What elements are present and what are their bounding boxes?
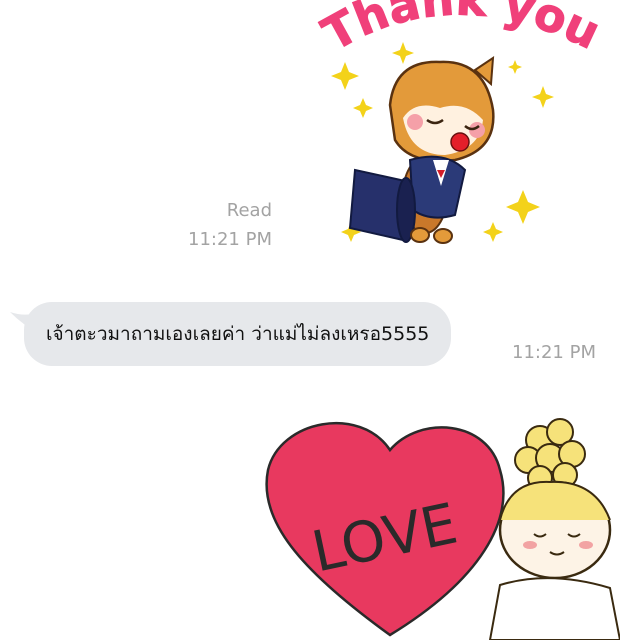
- message-timestamp: 11:21 PM: [512, 342, 596, 363]
- thank-you-lettering: Thank you: [315, 0, 605, 61]
- read-receipt: Read: [226, 200, 272, 221]
- chipmunk-thank-you-illustration: Thank you: [313, 0, 609, 244]
- thank-you-sticker[interactable]: Thank you: [313, 0, 609, 250]
- incoming-message-bubble[interactable]: เจ้าตะวมาถามเองเลยค่า ว่าแม่ไม่ลงเหรอ555…: [24, 302, 452, 366]
- love-heart-girl-illustration: LOVE: [265, 418, 622, 641]
- girl-hair: [514, 418, 586, 491]
- message-text: เจ้าตะวมาถามเองเลยค่า ว่าแม่ไม่ลงเหรอ555…: [46, 323, 430, 345]
- message-timestamp: 11:21 PM: [188, 229, 272, 250]
- love-heart-sticker[interactable]: LOVE: [250, 410, 622, 641]
